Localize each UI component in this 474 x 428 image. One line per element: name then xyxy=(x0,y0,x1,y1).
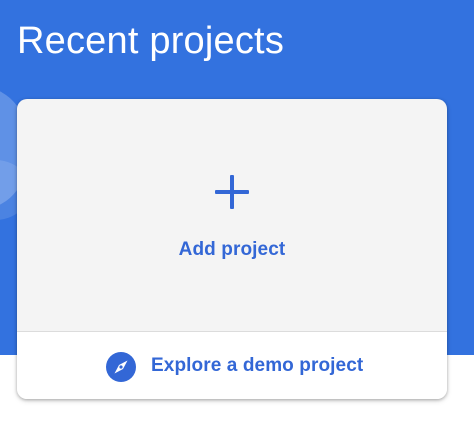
explore-demo-project-button[interactable]: Explore a demo project xyxy=(17,332,447,399)
add-project-button[interactable]: Add project xyxy=(17,99,447,331)
plus-icon xyxy=(215,175,249,209)
page-title: Recent projects xyxy=(17,20,285,62)
explore-demo-project-label: Explore a demo project xyxy=(151,355,364,376)
compass-icon xyxy=(106,352,136,382)
add-project-label: Add project xyxy=(178,239,286,260)
projects-card: Add project Explore a demo project xyxy=(17,99,447,399)
